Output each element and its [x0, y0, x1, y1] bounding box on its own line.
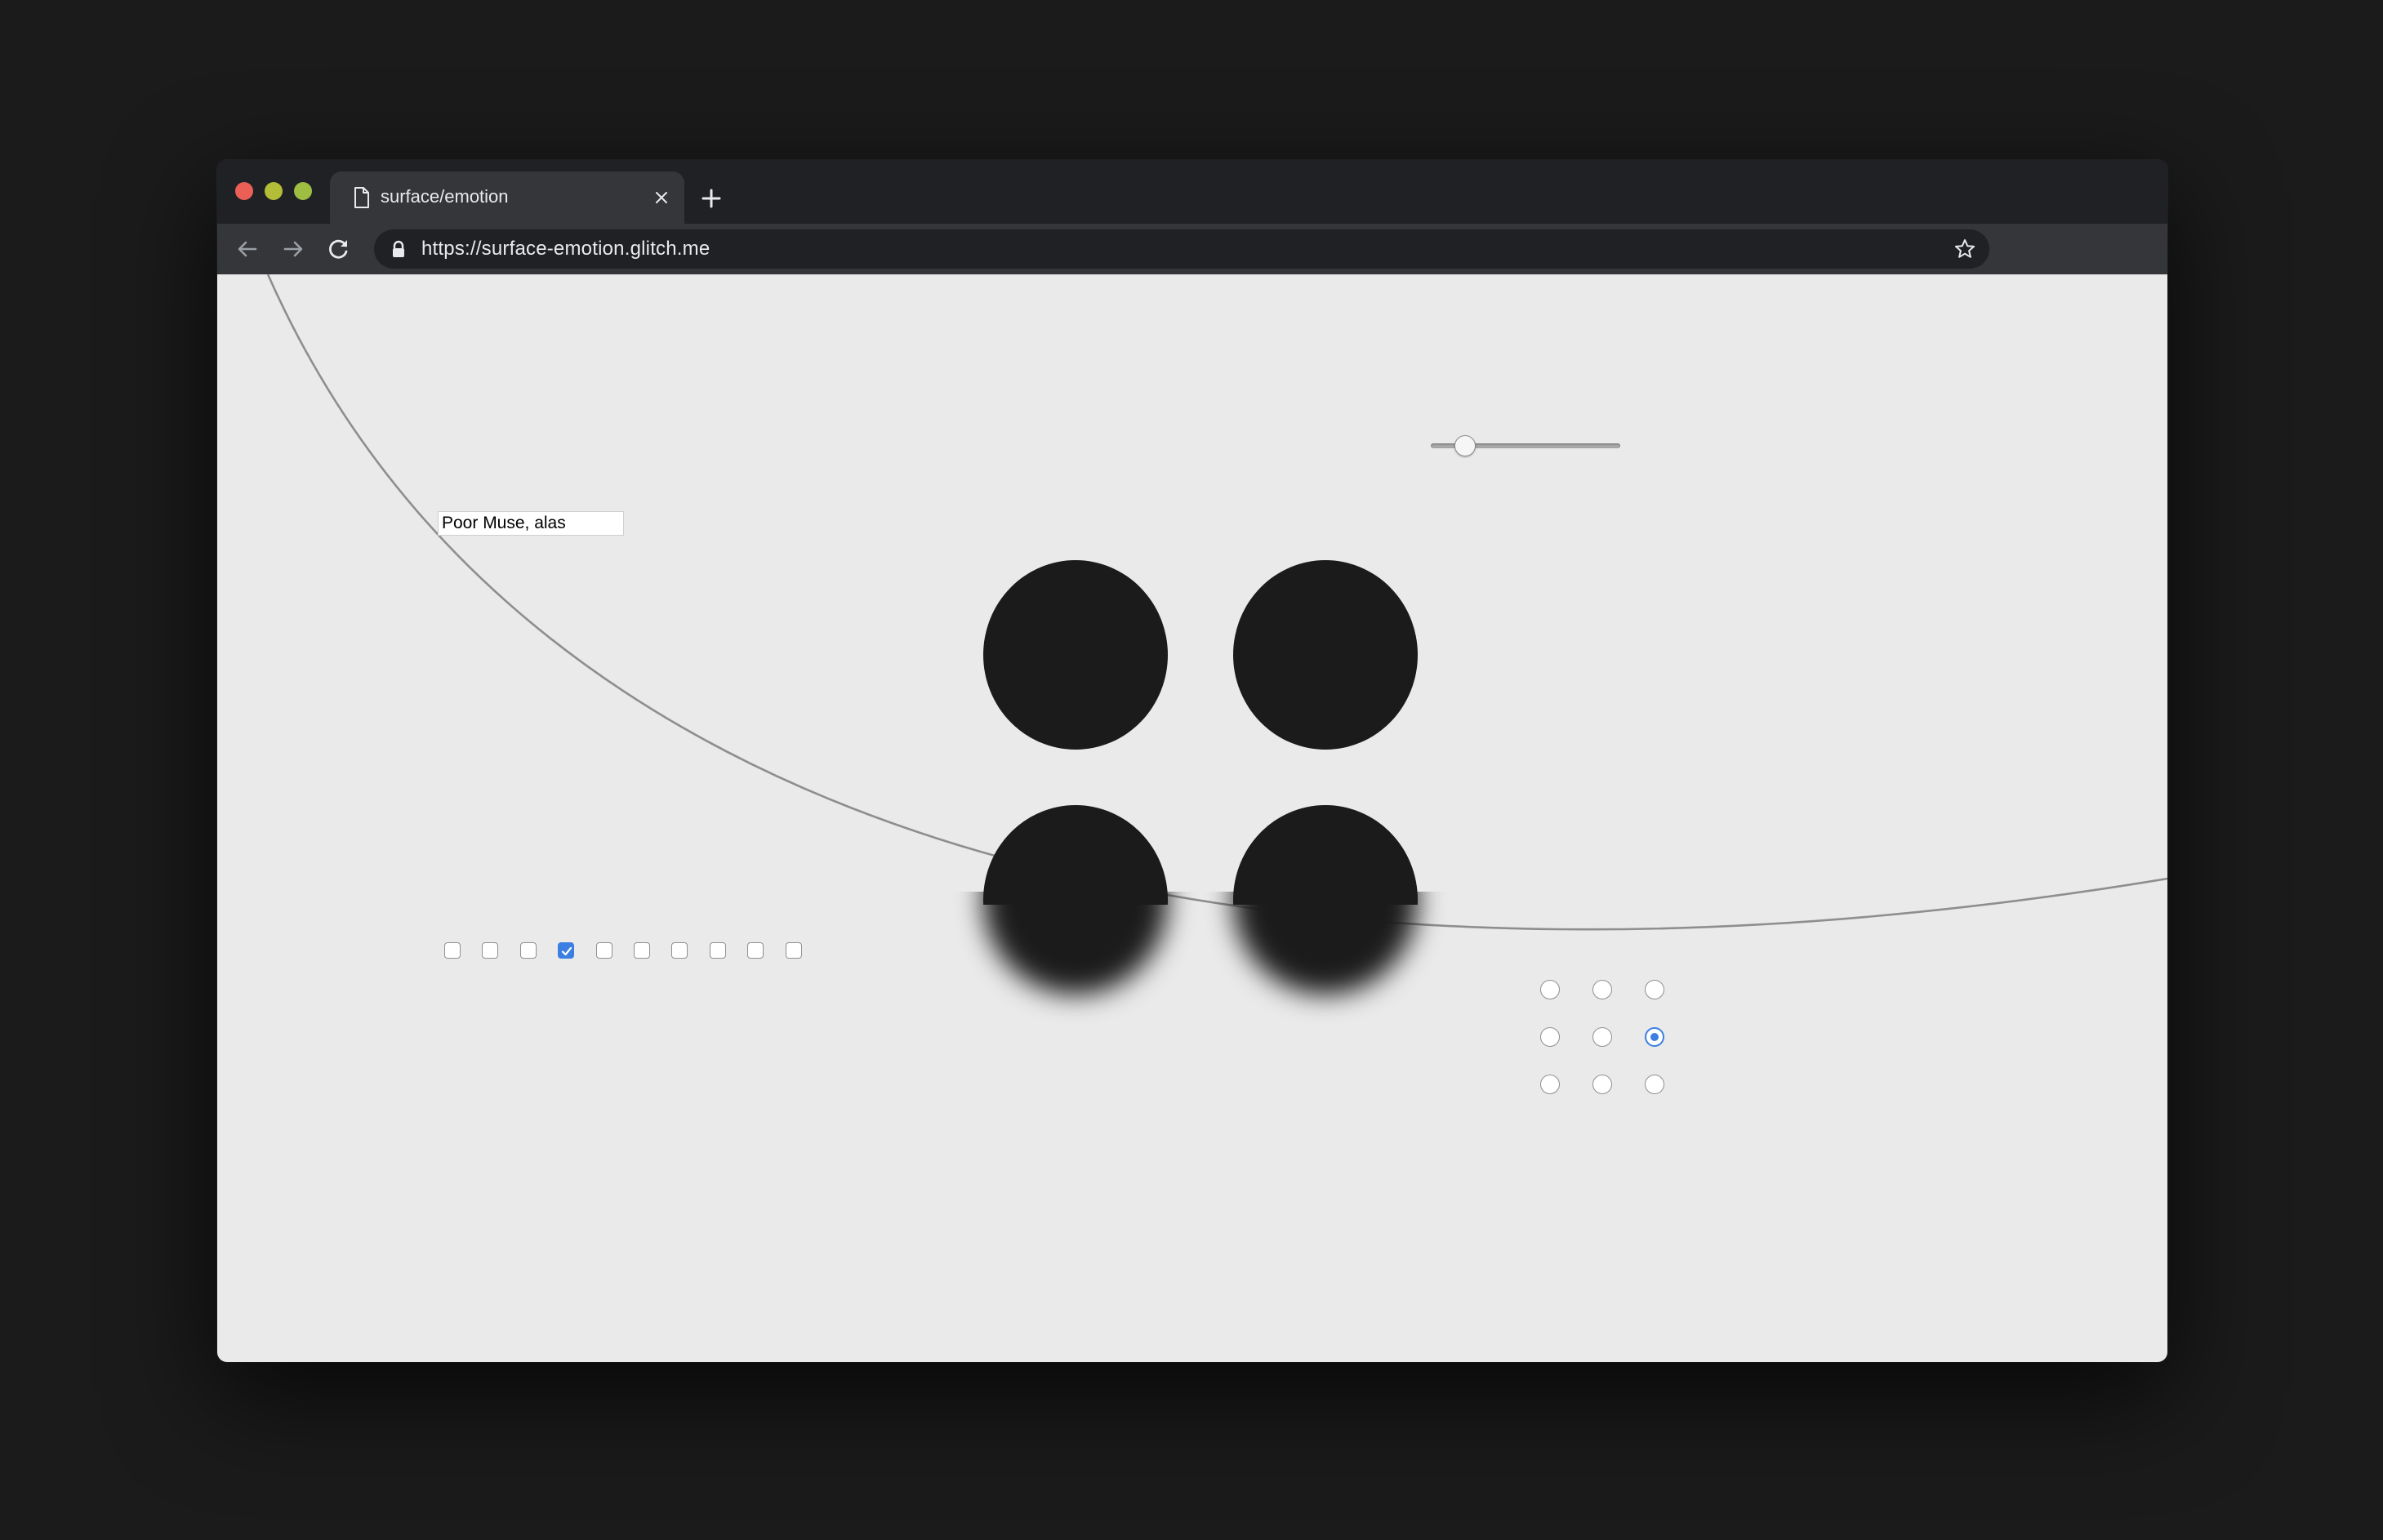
radio-button[interactable]: [1592, 980, 1612, 999]
lock-icon: [390, 240, 407, 258]
tab-surface-emotion[interactable]: surface/emotion: [330, 171, 684, 224]
checkbox[interactable]: [786, 942, 802, 959]
radio-button[interactable]: [1645, 1075, 1664, 1094]
radio-button[interactable]: [1645, 980, 1664, 999]
radio-button[interactable]: [1592, 1075, 1612, 1094]
document-icon: [351, 185, 372, 210]
url-text: https://surface-emotion.glitch.me: [421, 238, 710, 260]
radio-grid: [1540, 980, 1679, 1096]
checkbox[interactable]: [444, 942, 461, 959]
star-icon[interactable]: [1953, 238, 1976, 260]
tab-title: surface/emotion: [381, 186, 509, 207]
radio-button[interactable]: [1540, 980, 1560, 999]
checkbox[interactable]: [747, 942, 764, 959]
slider-thumb[interactable]: [1454, 435, 1476, 456]
checkbox[interactable]: [520, 942, 537, 959]
checkbox[interactable]: [671, 942, 688, 959]
checkbox[interactable]: [596, 942, 612, 959]
tab-strip: surface/emotion: [217, 160, 2167, 224]
radio-button[interactable]: [1645, 1027, 1664, 1047]
address-bar[interactable]: https://surface-emotion.glitch.me: [374, 229, 1989, 269]
black-circle: [983, 560, 1168, 750]
arc-line: [266, 274, 2167, 931]
reload-icon[interactable]: [325, 235, 353, 263]
radio-button[interactable]: [1540, 1075, 1560, 1094]
browser-window: surface/emotion https://surface-emotion.…: [217, 160, 2167, 1362]
checkbox[interactable]: [634, 942, 650, 959]
back-icon[interactable]: [234, 235, 261, 263]
radio-button[interactable]: [1540, 1027, 1560, 1047]
checkbox[interactable]: [482, 942, 498, 959]
minimize-window-button[interactable]: [265, 182, 283, 200]
close-icon[interactable]: [652, 188, 671, 207]
forward-icon[interactable]: [279, 235, 307, 263]
checkbox[interactable]: [710, 942, 726, 959]
range-slider[interactable]: [1431, 434, 1620, 457]
radio-button[interactable]: [1592, 1027, 1612, 1047]
black-circle: [1233, 560, 1418, 750]
plus-icon[interactable]: [697, 185, 725, 212]
checkbox[interactable]: [558, 942, 574, 959]
text-input[interactable]: [438, 511, 624, 536]
page-content: [217, 274, 2167, 1362]
toolbar: https://surface-emotion.glitch.me: [217, 224, 2167, 274]
zoom-window-button[interactable]: [294, 182, 312, 200]
close-window-button[interactable]: [235, 182, 253, 200]
